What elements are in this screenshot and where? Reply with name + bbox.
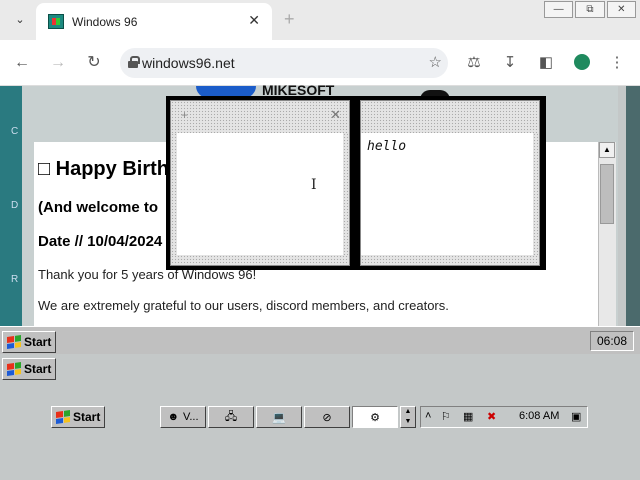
spinner-up-icon[interactable]: ▲ xyxy=(401,407,415,417)
windows-logo-icon xyxy=(7,362,21,376)
sidebar-icon[interactable]: ◧ xyxy=(535,52,557,74)
page-right-strip xyxy=(626,86,640,326)
computer-icon: 💻 xyxy=(272,411,286,424)
start-button[interactable]: Start xyxy=(2,358,57,380)
scroll-thumb[interactable] xyxy=(600,164,614,224)
network-icon[interactable]: ▦ xyxy=(463,410,473,423)
network-icon: 🖧 xyxy=(224,410,238,423)
address-bar[interactable]: windows96.net ☆ xyxy=(120,48,448,78)
window-edge xyxy=(171,133,177,255)
tab-title: Windows 96 xyxy=(72,15,138,29)
start-label: Start xyxy=(24,335,52,349)
window-edge xyxy=(343,133,349,255)
taskbar-task-button[interactable]: ☻ V... xyxy=(160,406,206,428)
browser-tab[interactable]: Windows 96 ✕ xyxy=(36,3,272,40)
page-side-strip: C D R xyxy=(0,86,22,326)
minimize-icon[interactable]: — xyxy=(544,1,574,18)
browser-tabstrip: ⌄ Windows 96 ✕ + — ⧉ ✕ xyxy=(0,0,640,40)
taskbar-task-button[interactable]: 🖧 xyxy=(208,406,254,428)
window-edge xyxy=(533,133,539,255)
start-button[interactable]: Start xyxy=(51,406,106,428)
article-date: Date // 10/04/2024 xyxy=(38,233,163,250)
chevron-down-icon[interactable]: ⌄ xyxy=(10,10,30,30)
forward-icon[interactable]: → xyxy=(47,52,69,74)
volume-muted-icon[interactable]: ✖ xyxy=(487,410,496,423)
hello-note-window[interactable]: hello xyxy=(360,100,540,266)
side-letter: R xyxy=(11,274,19,285)
article-scrollbar[interactable]: ▲ xyxy=(598,142,616,326)
reload-icon[interactable]: ↻ xyxy=(83,52,105,74)
article-subheading: (And welcome to xyxy=(38,199,159,216)
taskbar-clock: 06:08 xyxy=(590,331,634,351)
note-titlebar[interactable] xyxy=(361,101,539,133)
side-letter: C xyxy=(11,126,19,137)
article-paragraph: We are extremely grateful to our users, … xyxy=(38,298,449,313)
close-icon[interactable]: ✕ xyxy=(330,107,341,123)
taskbar-task-button[interactable]: ⊘ xyxy=(304,406,350,428)
text-cursor-icon: I xyxy=(311,177,317,193)
lock-icon[interactable] xyxy=(128,56,140,68)
download-icon[interactable]: ↧ xyxy=(499,52,521,74)
flask-icon[interactable]: ⚖ xyxy=(463,52,485,74)
windows-logo-icon xyxy=(56,410,70,424)
no-entry-icon: ⊘ xyxy=(322,411,332,424)
pin-icon[interactable]: + xyxy=(181,108,188,122)
gears-icon: ⚙ xyxy=(370,411,380,424)
plus-icon[interactable]: + xyxy=(284,9,295,30)
scroll-up-icon[interactable]: ▲ xyxy=(599,142,615,158)
close-window-icon[interactable]: ✕ xyxy=(606,1,636,18)
spinner-down-icon[interactable]: ▼ xyxy=(401,417,415,427)
back-icon[interactable]: ← xyxy=(11,52,33,74)
menu-icon[interactable]: ⋮ xyxy=(606,52,628,74)
start-button[interactable]: Start xyxy=(2,331,57,353)
taskbar-task-button-active[interactable]: ⚙ xyxy=(352,406,398,428)
note-titlebar[interactable]: + ✕ xyxy=(171,101,349,133)
star-icon[interactable]: ☆ xyxy=(429,53,442,71)
close-icon[interactable]: ✕ xyxy=(248,12,260,29)
windows-logo-icon xyxy=(7,335,21,349)
window-edge xyxy=(361,255,539,265)
url-text[interactable]: windows96.net xyxy=(142,55,235,71)
flag-icon[interactable]: ⚐ xyxy=(441,410,451,423)
task-label: V... xyxy=(183,411,199,423)
system-tray: ˄ ⚐ ▦ ✖ 6:08 AM ▣ xyxy=(420,406,588,428)
favicon-icon xyxy=(48,14,64,29)
taskbar-top: Start 06:08 xyxy=(0,326,640,354)
window-edge xyxy=(171,255,349,265)
taskbar-spinner[interactable]: ▲ ▼ xyxy=(400,406,416,428)
blank-note-window[interactable]: + ✕ I xyxy=(170,100,350,266)
restore-icon[interactable]: ⧉ xyxy=(575,1,605,18)
note-text[interactable]: hello xyxy=(367,139,406,154)
side-letter: D xyxy=(11,200,19,211)
user-icon: ☻ xyxy=(167,411,180,423)
browser-toolbar: ← → ↻ windows96.net ☆ ⚖ ↧ ◧ ⋮ xyxy=(0,40,640,86)
tray-clock: 6:08 AM xyxy=(519,410,560,422)
taskbar-task-button[interactable]: 💻 xyxy=(256,406,302,428)
start-label: Start xyxy=(24,362,52,376)
window-controls: — ⧉ ✕ xyxy=(544,1,636,18)
profile-icon[interactable] xyxy=(574,54,590,70)
chevron-up-icon[interactable]: ˄ xyxy=(425,410,431,422)
desktop-icon[interactable]: ▣ xyxy=(571,410,581,423)
start-label: Start xyxy=(73,410,101,424)
